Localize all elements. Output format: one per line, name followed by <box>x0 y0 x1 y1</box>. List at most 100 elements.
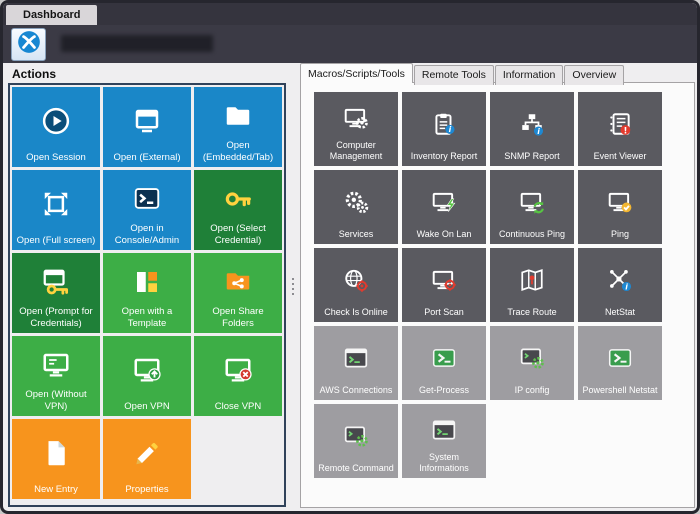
action-tile-open-embedded-tab[interactable]: Open (Embedded/Tab) <box>194 87 282 167</box>
actions-grid: Open Session Open (External) Open (Embedde… <box>12 87 282 499</box>
play-circle-icon <box>41 91 71 152</box>
tile-label: Open (Select Credential) <box>197 223 279 246</box>
fullscreen-icon <box>41 174 71 235</box>
tile-label: Open (External) <box>113 152 180 163</box>
tile-label: Open Share Folders <box>197 306 279 329</box>
svg-text:i: i <box>625 282 628 291</box>
monitor-target-icon <box>431 252 457 307</box>
action-tile-open-full-screen[interactable]: Open (Full screen) <box>12 170 100 250</box>
tile-label: Open (Without VPN) <box>15 389 97 412</box>
powershell-icon <box>607 330 633 385</box>
tab-remote-tools[interactable]: Remote Tools <box>414 65 494 85</box>
tool-tile-check-is-online[interactable]: Check Is Online <box>314 248 398 322</box>
new-document-icon <box>41 423 71 484</box>
tile-label: Computer Management <box>317 140 395 162</box>
pencil-icon <box>132 423 162 484</box>
tile-label: Open (Embedded/Tab) <box>197 140 279 163</box>
action-tile-open-vpn[interactable]: Open VPN <box>103 336 191 416</box>
tool-tile-computer-management[interactable]: Computer Management <box>314 92 398 166</box>
action-tile-open-without-vpn[interactable]: Open (Without VPN) <box>12 336 100 416</box>
monitor-vpn-open-icon <box>132 340 162 401</box>
tool-tile-services[interactable]: Services <box>314 170 398 244</box>
tool-tile-snmp-report[interactable]: i SNMP Report <box>490 92 574 166</box>
action-tile-close-vpn[interactable]: Close VPN <box>194 336 282 416</box>
tool-tile-netstat[interactable]: i NetStat <box>578 248 662 322</box>
globe-target-icon <box>343 252 369 307</box>
tool-tile-aws-connections[interactable]: AWS Connections <box>314 326 398 400</box>
tile-label: Event Viewer <box>594 151 647 162</box>
console-icon <box>132 174 162 223</box>
tile-label: Services <box>339 229 374 240</box>
tool-tile-trace-route[interactable]: Trace Route <box>490 248 574 322</box>
tools-tab-strip: Macros/Scripts/Tools Remote Tools Inform… <box>300 63 625 83</box>
tool-tile-event-viewer[interactable]: !Event Viewer <box>578 92 662 166</box>
tool-tile-ping[interactable]: Ping <box>578 170 662 244</box>
terminal-gear-icon <box>519 330 545 385</box>
tools-grid: Computer ManagementiInventory ReportiSNM… <box>314 92 662 478</box>
tab-information[interactable]: Information <box>495 65 564 85</box>
action-tile-open-with-a-template[interactable]: Open with a Template <box>103 253 191 333</box>
tile-label: SNMP Report <box>504 151 559 162</box>
app-window: Dashboard Actions Open SessionOpen (Exte… <box>0 0 700 514</box>
monitor-bolt-icon <box>431 174 457 229</box>
action-tile-properties[interactable]: Properties <box>103 419 191 499</box>
titlebar: Dashboard <box>3 3 697 25</box>
tile-label: Trace Route <box>507 307 556 318</box>
tool-tile-port-scan[interactable]: Port Scan <box>402 248 486 322</box>
tile-label: Powershell Netstat <box>582 385 657 396</box>
action-tile-open-select-credential[interactable]: Open (Select Credential) <box>194 170 282 250</box>
tab-dashboard[interactable]: Dashboard <box>6 5 97 25</box>
tab-macros-scripts-tools[interactable]: Macros/Scripts/Tools <box>300 63 413 83</box>
template-icon <box>132 257 162 306</box>
action-tile-open-external[interactable]: Open (External) <box>103 87 191 167</box>
tile-label: Open VPN <box>124 401 169 412</box>
svg-text:i: i <box>537 126 540 135</box>
tool-tile-system-informations[interactable]: System Informations <box>402 404 486 478</box>
tool-tile-continuous-ping[interactable]: Continuous Ping <box>490 170 574 244</box>
tile-label: Check Is Online <box>324 307 388 318</box>
tool-tile-wake-on-lan[interactable]: Wake On Lan <box>402 170 486 244</box>
network-stat-icon: i <box>607 252 633 307</box>
tile-label: Ping <box>611 229 629 240</box>
tile-label: Open (Full screen) <box>17 235 96 246</box>
monitor-refresh-icon <box>519 174 545 229</box>
tool-tile-ip-config[interactable]: IP config <box>490 326 574 400</box>
tile-label: Properties <box>125 484 168 495</box>
window-key-icon <box>41 257 71 306</box>
action-tile-open-prompt-for-credentials[interactable]: Open (Prompt for Credentials) <box>12 253 100 333</box>
terminal-gear-icon <box>343 408 369 463</box>
action-tile-open-in-console-admin[interactable]: Open in Console/Admin <box>103 170 191 250</box>
network-info-icon: i <box>519 96 545 151</box>
tile-label: Close VPN <box>215 401 261 412</box>
tile-label: Open with a Template <box>106 306 188 329</box>
computer-gear-icon <box>343 96 369 140</box>
actions-panel: Open Session Open (External) Open (Embedde… <box>8 83 286 507</box>
monitor-vpn-close-icon <box>223 340 253 401</box>
tile-label: Port Scan <box>424 307 464 318</box>
monitor-novpn-icon <box>41 340 71 389</box>
tool-tile-remote-command[interactable]: Remote Command <box>314 404 398 478</box>
app-logo-icon <box>16 29 42 60</box>
tile-label: Open (Prompt for Credentials) <box>15 306 97 329</box>
app-logo <box>11 28 46 61</box>
tool-tile-inventory-report[interactable]: iInventory Report <box>402 92 486 166</box>
tab-overview[interactable]: Overview <box>564 65 624 85</box>
tool-tile-get-process[interactable]: Get-Process <box>402 326 486 400</box>
tile-label: System Informations <box>405 452 483 474</box>
header-bar <box>3 25 697 63</box>
panel-splitter[interactable] <box>288 63 298 509</box>
tile-label: Get-Process <box>419 385 469 396</box>
action-tile-open-share-folders[interactable]: Open Share Folders <box>194 253 282 333</box>
action-tile-open-session[interactable]: Open Session <box>12 87 100 167</box>
tools-panel: Computer ManagementiInventory ReportiSNM… <box>300 82 695 508</box>
action-tile-new-entry[interactable]: New Entry <box>12 419 100 499</box>
tool-tile-powershell-netstat[interactable]: Powershell Netstat <box>578 326 662 400</box>
tile-label: AWS Connections <box>320 385 393 396</box>
tile-label: Inventory Report <box>411 151 478 162</box>
monitor-check-icon <box>607 174 633 229</box>
powershell-icon <box>431 330 457 385</box>
terminal-icon <box>343 330 369 385</box>
tile-label: New Entry <box>34 484 78 495</box>
tile-label: NetStat <box>605 307 635 318</box>
tab-dashboard-label: Dashboard <box>23 9 80 21</box>
